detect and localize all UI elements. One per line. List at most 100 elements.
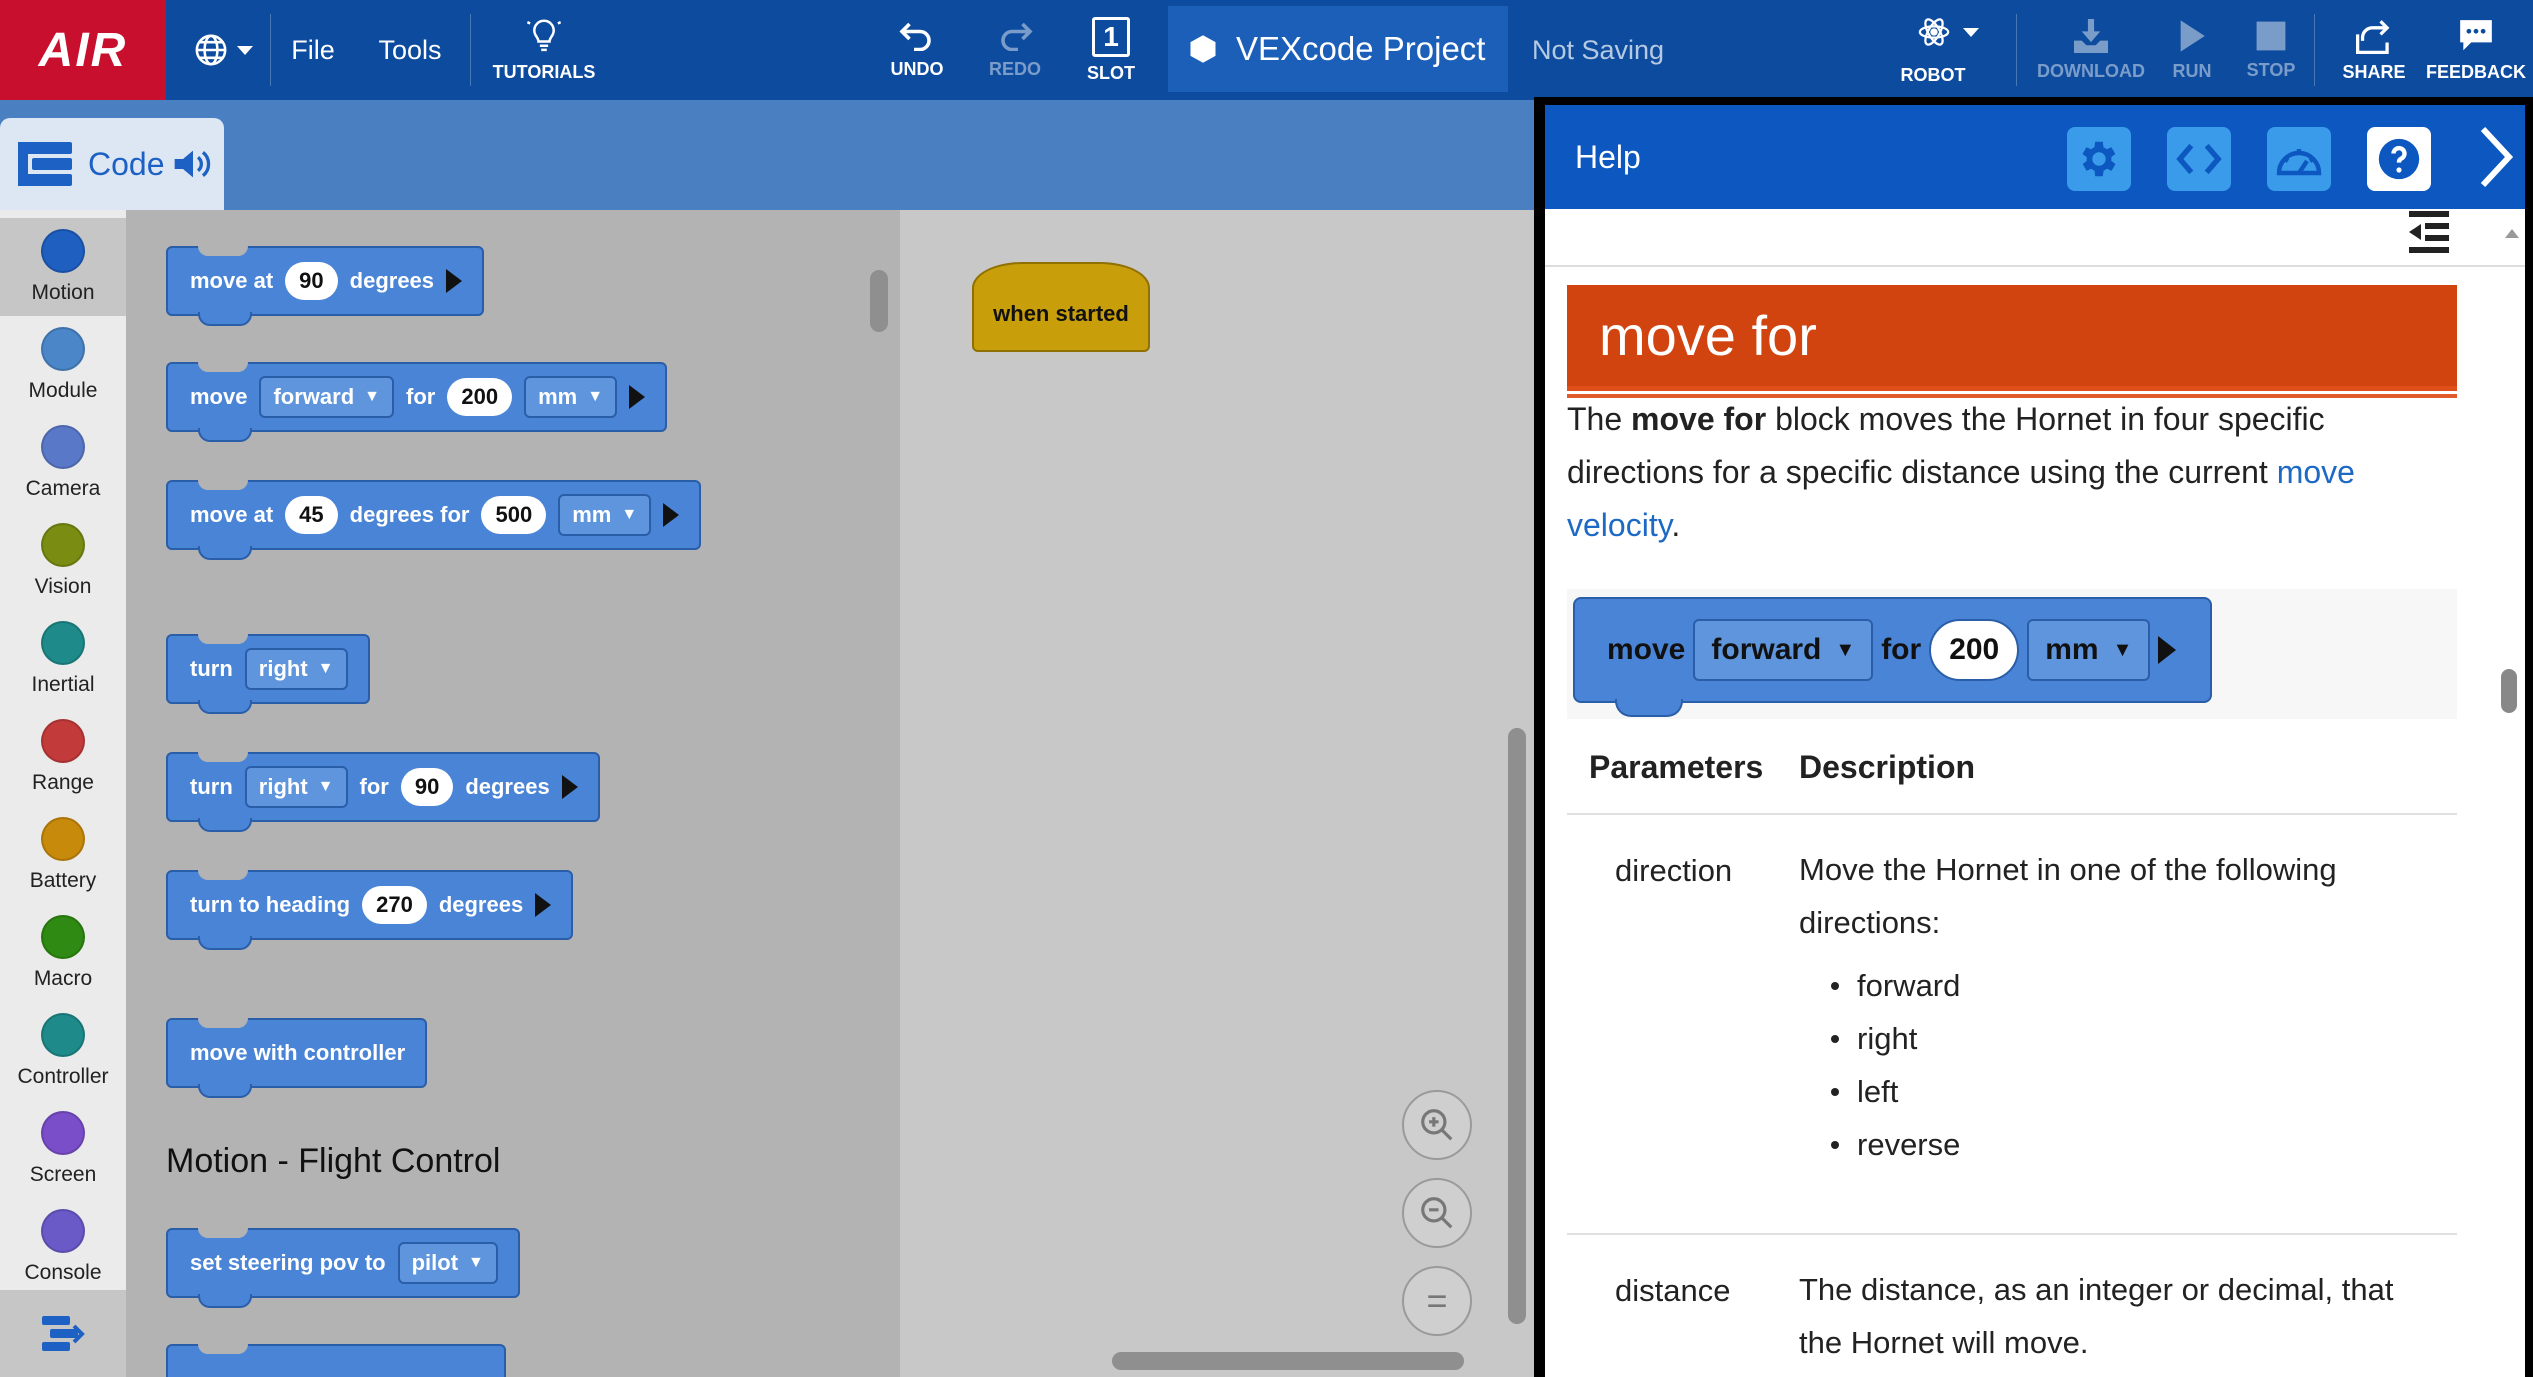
distance-input[interactable]: 200	[447, 378, 513, 416]
category-controller[interactable]: Controller	[0, 1002, 126, 1100]
play-block-icon[interactable]	[535, 893, 552, 917]
project-name-field[interactable]: VEXcode Project	[1168, 6, 1508, 92]
direction-options-list: forward right left reverse	[1831, 959, 1960, 1171]
category-label: Inertial	[31, 673, 95, 696]
code-tab[interactable]: Code	[0, 118, 224, 210]
zoom-out-button[interactable]	[1402, 1178, 1472, 1248]
zoom-reset-button[interactable]: =	[1402, 1266, 1472, 1336]
category-inertial[interactable]: Inertial	[0, 610, 126, 708]
block-move-with-controller[interactable]: move with controller	[166, 1018, 428, 1098]
category-range[interactable]: Range	[0, 708, 126, 806]
unit-dropdown[interactable]: mm ▼	[558, 494, 652, 536]
collapse-panel-button[interactable]	[2475, 125, 2515, 194]
tutorials-button[interactable]: TUTORIALS	[488, 0, 600, 100]
block-move-at[interactable]: move at 90 degrees	[166, 246, 485, 326]
download-button[interactable]: DOWNLOAD	[2034, 0, 2148, 100]
angle-input[interactable]: 45	[285, 496, 338, 534]
category-label: Vision	[34, 575, 92, 598]
redo-button[interactable]: REDO	[978, 0, 1052, 100]
category-battery[interactable]: Battery	[0, 806, 126, 904]
language-menu-button[interactable]	[184, 0, 264, 100]
category-color-dot	[41, 1013, 85, 1057]
speaker-icon[interactable]	[173, 147, 213, 181]
turn-direction-dropdown[interactable]: right ▼	[244, 766, 348, 808]
tools-menu[interactable]: Tools	[372, 0, 448, 100]
angle-input[interactable]: 90	[285, 262, 338, 300]
block-move-at-for[interactable]: move at 45 degrees for 500 mm ▼	[166, 480, 702, 560]
when-started-block[interactable]: when started	[972, 262, 1150, 352]
caret-down-icon: ▼	[2112, 638, 2133, 661]
block-turn[interactable]: turn right ▼	[166, 634, 370, 714]
category-macro[interactable]: Macro	[0, 904, 126, 1002]
unit-dropdown[interactable]: mm ▼	[524, 376, 618, 418]
category-camera[interactable]: Camera	[0, 414, 126, 512]
category-screen[interactable]: Screen	[0, 1100, 126, 1198]
stop-button[interactable]: STOP	[2240, 0, 2302, 100]
block-partial[interactable]	[166, 1344, 506, 1377]
palette-scrollbar[interactable]	[870, 270, 888, 332]
hexagon-icon	[1190, 35, 1216, 63]
zoom-in-button[interactable]	[1402, 1090, 1472, 1160]
block-label: move with controller	[190, 1040, 406, 1065]
steering-dropdown[interactable]: pilot ▼	[397, 1242, 498, 1284]
scroll-up-arrow[interactable]	[2505, 229, 2519, 238]
dropdown-value: mm	[572, 502, 612, 527]
dashboard-button[interactable]	[2267, 127, 2331, 191]
play-block-icon[interactable]	[561, 775, 578, 799]
block-label: move	[1607, 633, 1686, 666]
category-console[interactable]: Console	[0, 1198, 126, 1296]
workspace-vertical-scrollbar[interactable]	[1508, 728, 1526, 1324]
category-label: Battery	[29, 869, 97, 892]
category-color-dot	[41, 915, 85, 959]
caret-down-icon: ▼	[364, 388, 381, 405]
device-config-button[interactable]	[2067, 127, 2131, 191]
heading-input[interactable]: 270	[362, 886, 427, 924]
download-label: DOWNLOAD	[2037, 60, 2145, 81]
run-button[interactable]: RUN	[2164, 0, 2220, 100]
play-block-icon[interactable]	[663, 503, 680, 527]
param-direction: direction	[1615, 853, 1733, 888]
angle-input[interactable]: 90	[400, 768, 454, 806]
block-turn-to-heading[interactable]: turn to heading 270 degrees	[166, 870, 574, 950]
category-motion[interactable]: Motion	[0, 218, 126, 316]
help-content: move for The move for block moves the Ho…	[1545, 209, 2525, 1377]
direction-dropdown[interactable]: forward ▼	[259, 376, 395, 418]
dropdown-value: forward	[273, 384, 355, 409]
caret-down-icon: ▼	[587, 388, 604, 405]
extensions-icon	[42, 1315, 85, 1351]
robot-atom-icon	[1918, 17, 1950, 46]
zoom-reset-label: =	[1426, 1280, 1448, 1321]
turn-direction-dropdown[interactable]: right ▼	[244, 648, 348, 690]
robot-menu-button[interactable]: ROBOT	[1900, 0, 1996, 100]
play-block-icon[interactable]	[446, 269, 463, 293]
share-button[interactable]: SHARE	[2336, 0, 2412, 100]
block-set-steering-pov[interactable]: set steering pov to pilot ▼	[166, 1228, 520, 1308]
block-turn-for[interactable]: turn right ▼ for 90 degrees	[166, 752, 600, 832]
extensions-button[interactable]	[0, 1290, 126, 1377]
distance-input[interactable]: 500	[481, 496, 547, 534]
play-icon	[2180, 19, 2205, 52]
workspace-horizontal-scrollbar[interactable]	[1112, 1352, 1464, 1370]
help-button[interactable]	[2367, 127, 2431, 191]
category-color-dot	[41, 621, 85, 665]
feedback-label: FEEDBACK	[2425, 61, 2526, 82]
category-module[interactable]: Module	[0, 316, 126, 414]
outline-toggle-button[interactable]	[2405, 209, 2453, 258]
category-color-dot	[41, 1209, 85, 1253]
block-label: degrees for	[349, 502, 470, 527]
block-label: turn	[190, 656, 233, 681]
block-label: move at	[190, 502, 274, 527]
help-topic-heading: move for	[1567, 285, 2457, 391]
play-block-icon[interactable]	[629, 385, 646, 409]
file-menu[interactable]: File	[282, 0, 344, 100]
category-vision[interactable]: Vision	[0, 512, 126, 610]
globe-icon	[195, 34, 227, 66]
feedback-button[interactable]: FEEDBACK	[2424, 0, 2528, 100]
category-sidebar: Motion Module Camera Vision Inertial Ran…	[0, 210, 126, 1377]
undo-button[interactable]: UNDO	[880, 0, 954, 100]
block-move-for[interactable]: move forward ▼ for 200 mm ▼	[166, 362, 668, 442]
slot-button[interactable]: 1 SLOT	[1076, 0, 1146, 100]
text-code-button[interactable]	[2167, 127, 2231, 191]
dropdown-value: pilot	[411, 1250, 459, 1275]
help-scrollbar[interactable]	[2501, 669, 2517, 713]
